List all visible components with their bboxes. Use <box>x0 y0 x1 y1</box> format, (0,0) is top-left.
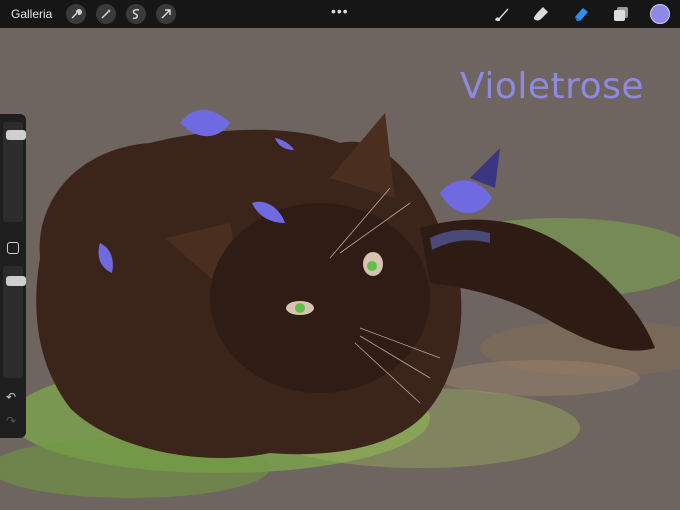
brush-tool[interactable] <box>490 3 512 25</box>
brush-icon <box>495 8 509 22</box>
right-tools <box>490 0 680 28</box>
magic-wand-icon <box>101 9 112 19</box>
layers-icon <box>614 7 628 21</box>
top-toolbar: Galleria ••• <box>0 0 680 28</box>
layers-button[interactable] <box>610 3 632 25</box>
opacity-slider[interactable] <box>3 266 26 378</box>
redo-icon[interactable]: ↷ <box>6 414 16 428</box>
transform-icon <box>161 9 172 19</box>
signature-text: Violetrose <box>460 66 645 107</box>
selection-icon <box>133 9 140 19</box>
brush-size-thumb[interactable] <box>6 130 26 140</box>
smudge-icon <box>534 7 548 21</box>
adjustments-button[interactable] <box>96 4 117 24</box>
eraser-icon <box>574 8 588 22</box>
smudge-tool[interactable] <box>530 3 552 25</box>
selection-button[interactable] <box>126 4 147 24</box>
brush-size-slider[interactable] <box>3 122 26 222</box>
undo-icon[interactable]: ↶ <box>6 390 16 404</box>
wrench-icon <box>71 9 83 19</box>
actions-button[interactable] <box>66 4 87 24</box>
color-picker-button[interactable] <box>650 4 670 24</box>
modify-button[interactable] <box>7 242 19 254</box>
more-options-icon[interactable]: ••• <box>331 3 349 19</box>
transform-button[interactable] <box>156 4 177 24</box>
opacity-thumb[interactable] <box>6 276 26 286</box>
left-sidebar: ↶ ↷ <box>0 114 26 438</box>
gallery-button[interactable]: Galleria <box>11 7 52 21</box>
eraser-tool[interactable] <box>570 3 592 25</box>
